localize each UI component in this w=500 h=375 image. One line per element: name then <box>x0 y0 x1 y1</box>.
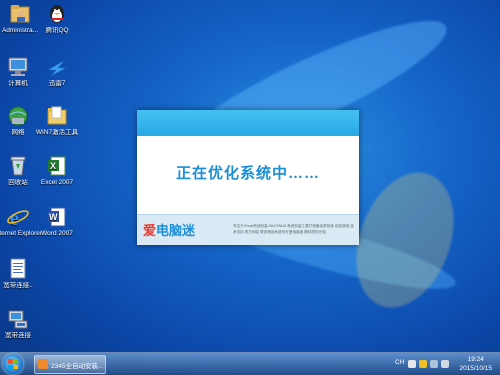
icon-label: Word 2007 <box>41 230 73 237</box>
desktop-icon-thunder[interactable]: 迅雷7 <box>33 56 81 88</box>
volume-icon[interactable] <box>441 360 449 368</box>
recycle-bin-icon <box>6 155 30 177</box>
clock-time: 19:24 <box>467 356 484 363</box>
desktop-icon-word[interactable]: W Word 2007 <box>33 206 81 238</box>
icon-label: WIN7激活工具 <box>35 129 79 136</box>
network-icon <box>6 105 30 127</box>
user-folder-icon <box>8 3 32 25</box>
start-button[interactable] <box>3 354 23 374</box>
svg-text:X: X <box>50 161 56 171</box>
word-icon: W <box>45 206 69 228</box>
icon-label: Excel 2007 <box>40 179 74 186</box>
flag-icon[interactable] <box>419 360 427 368</box>
svg-text:e: e <box>10 208 19 228</box>
windows-logo-icon <box>8 359 18 369</box>
broadband-icon <box>6 308 30 330</box>
taskbar-item-installer[interactable]: 2345全自动安装... <box>34 355 106 374</box>
document-icon <box>6 258 30 280</box>
installer-app-icon <box>38 359 48 369</box>
taskbar-item-label: 2345全自动安装... <box>51 363 103 370</box>
system-tray: CH 19:24 2015/10/15 <box>390 353 500 375</box>
desktop-icon-qq[interactable]: 腾讯QQ <box>33 3 81 35</box>
dialog-message: 正在优化系统中…… <box>175 165 320 182</box>
internet-explorer-icon: e <box>6 206 30 230</box>
desktop-icon-excel[interactable]: X Excel 2007 <box>33 155 81 187</box>
desktop-icon-broadband[interactable]: 宽带连接 <box>0 308 42 340</box>
icon-label: 腾讯QQ <box>45 27 69 34</box>
brand-logo: 爱电脑迷 <box>143 223 196 238</box>
network-tray-icon[interactable] <box>430 360 438 368</box>
svg-text:W: W <box>49 212 58 222</box>
help-icon[interactable] <box>408 360 416 368</box>
dialog-footer: 爱电脑迷 专注于Ghost系统封装 Win7/Win8 系统安装工具打造最优质系… <box>137 214 359 245</box>
excel-icon: X <box>45 155 69 177</box>
thunder-icon <box>45 56 69 78</box>
clock[interactable]: 19:24 2015/10/15 <box>459 355 492 373</box>
desktop-icon-document[interactable]: 宽带连接.. <box>0 258 42 290</box>
language-indicator[interactable]: CH <box>395 359 404 366</box>
taskbar: 2345全自动安装... CH 19:24 2015/10/15 <box>0 352 500 375</box>
clock-date: 2015/10/15 <box>459 365 492 372</box>
icon-label: 宽带连接 <box>5 332 31 339</box>
icon-label: 迅雷7 <box>48 80 66 87</box>
desktop-icon-win7-activation[interactable]: WIN7激活工具 <box>33 105 81 137</box>
qq-penguin-icon <box>45 3 69 25</box>
icon-label: 宽带连接.. <box>3 282 33 289</box>
dialog-header-bar <box>137 110 359 136</box>
optimization-dialog: 正在优化系统中…… 爱电脑迷 专注于Ghost系统封装 Win7/Win8 系统… <box>137 110 359 245</box>
dialog-info-text: 专注于Ghost系统封装 Win7/Win8 系统安装工具打造最优质系统 欢迎使… <box>233 224 354 234</box>
computer-icon <box>6 56 30 78</box>
folder-icon <box>45 105 69 127</box>
